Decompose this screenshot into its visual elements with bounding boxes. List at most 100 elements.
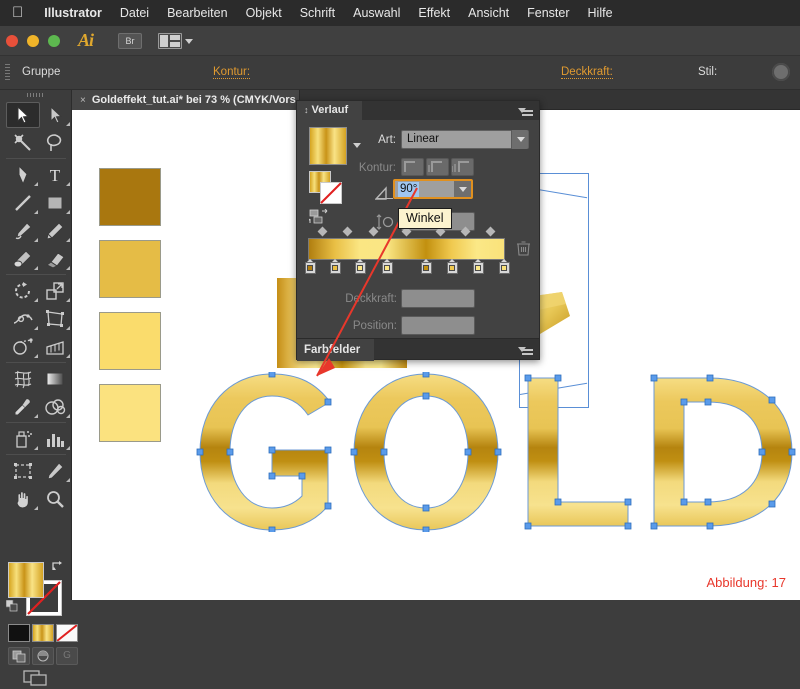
paintbrush-tool[interactable] bbox=[6, 218, 40, 244]
window-minimize-button[interactable] bbox=[27, 35, 39, 47]
chevron-down-icon[interactable] bbox=[454, 181, 471, 197]
tool-separator bbox=[6, 422, 66, 423]
artboard-tool[interactable] bbox=[6, 458, 40, 484]
gradient-panel[interactable]: ↕ Verlauf Art: Linear Kontur: Deckkraft:… bbox=[296, 100, 540, 360]
fill-proxy-swatch[interactable] bbox=[8, 562, 44, 598]
chevron-down-icon[interactable] bbox=[185, 39, 193, 44]
bridge-button[interactable]: Br bbox=[118, 33, 142, 49]
gradient-opacity-field[interactable] bbox=[401, 289, 475, 308]
gradient-stop[interactable] bbox=[498, 259, 510, 274]
gradient-slider[interactable] bbox=[308, 238, 505, 260]
swap-fill-stroke-icon[interactable] bbox=[52, 560, 64, 572]
opacity-label[interactable]: Deckkraft: bbox=[561, 66, 613, 79]
default-fill-stroke-icon[interactable] bbox=[6, 600, 18, 612]
gradient-stop[interactable] bbox=[420, 259, 432, 274]
artwork-swatch-pale-gold[interactable] bbox=[99, 384, 161, 442]
reverse-gradient-icon[interactable] bbox=[309, 209, 331, 225]
menu-item-bearbeiten[interactable]: Bearbeiten bbox=[158, 0, 236, 26]
application-bar: Ai Br bbox=[0, 26, 800, 56]
control-bar-grip[interactable] bbox=[5, 64, 10, 82]
draw-behind-mode-button[interactable] bbox=[32, 647, 54, 665]
menu-item-auswahl[interactable]: Auswahl bbox=[344, 0, 409, 26]
window-zoom-button[interactable] bbox=[48, 35, 60, 47]
perspective-grid-tool[interactable] bbox=[38, 334, 72, 360]
tab-verlauf[interactable]: ↕ Verlauf bbox=[297, 101, 363, 120]
arrange-documents-icon[interactable] bbox=[158, 33, 182, 49]
color-icon[interactable] bbox=[8, 624, 30, 642]
tools-panel-grip[interactable] bbox=[27, 93, 45, 97]
gradient-preview-thumbnail[interactable] bbox=[309, 127, 347, 165]
document-setup-icon[interactable] bbox=[772, 63, 790, 81]
menu-item-fenster[interactable]: Fenster bbox=[518, 0, 578, 26]
eyedropper-tool[interactable] bbox=[6, 394, 40, 420]
draw-inside-mode-button[interactable]: G bbox=[56, 647, 78, 665]
gradient-stop[interactable] bbox=[472, 259, 484, 274]
apply-gradient-within-stroke-button[interactable] bbox=[401, 158, 424, 176]
menu-item-datei[interactable]: Datei bbox=[111, 0, 158, 26]
apply-gradient-along-stroke-button[interactable] bbox=[426, 158, 449, 176]
artwork-swatch-dark-gold[interactable] bbox=[99, 168, 161, 226]
eraser-tool[interactable] bbox=[38, 246, 72, 272]
change-screen-mode-icon[interactable] bbox=[23, 670, 49, 686]
zoom-tool[interactable] bbox=[38, 486, 72, 512]
document-tab[interactable]: × Goldeffekt_tut.ai* bei 73 % (CMYK/Vors bbox=[72, 90, 300, 110]
pencil-tool[interactable] bbox=[38, 218, 72, 244]
panel-menu-icon[interactable] bbox=[518, 345, 533, 355]
blend-tool[interactable] bbox=[38, 394, 72, 420]
gradient-position-field[interactable] bbox=[401, 316, 475, 335]
apply-gradient-across-stroke-button[interactable] bbox=[451, 158, 474, 176]
tab-farbfelder[interactable]: Farbfelder bbox=[297, 339, 375, 361]
window-close-button[interactable] bbox=[6, 35, 18, 47]
hand-tool[interactable] bbox=[6, 486, 40, 512]
gradient-type-select[interactable]: Linear bbox=[401, 130, 529, 149]
menu-item-objekt[interactable]: Objekt bbox=[237, 0, 291, 26]
delete-stop-icon[interactable] bbox=[517, 241, 530, 256]
gold-word-artwork[interactable] bbox=[194, 372, 800, 532]
gradient-stop[interactable] bbox=[446, 259, 458, 274]
width-tool[interactable] bbox=[6, 306, 40, 332]
free-transform-tool[interactable] bbox=[38, 306, 72, 332]
shape-builder-tool[interactable] bbox=[6, 334, 40, 360]
symbol-sprayer-tool[interactable] bbox=[6, 426, 40, 452]
menu-item-illustrator[interactable]: Illustrator bbox=[35, 0, 111, 26]
gradient-icon[interactable] bbox=[32, 624, 54, 642]
column-graph-tool[interactable] bbox=[38, 426, 72, 452]
pen-tool[interactable] bbox=[6, 162, 40, 188]
gradient-stop[interactable] bbox=[329, 259, 341, 274]
menu-item-ansicht[interactable]: Ansicht bbox=[459, 0, 518, 26]
gradient-preset-dropdown[interactable] bbox=[353, 143, 361, 148]
gradient-stop[interactable] bbox=[354, 259, 366, 274]
mesh-tool[interactable] bbox=[6, 366, 40, 392]
close-icon[interactable]: × bbox=[80, 95, 86, 106]
panel-menu-icon[interactable] bbox=[518, 106, 533, 116]
type-tool[interactable]: T bbox=[38, 162, 72, 188]
magic-wand-tool[interactable] bbox=[6, 130, 40, 156]
slice-tool[interactable] bbox=[38, 458, 72, 484]
lasso-tool[interactable] bbox=[38, 130, 72, 156]
gradient-angle-field[interactable]: 90° bbox=[393, 179, 473, 199]
none-icon[interactable] bbox=[56, 624, 78, 642]
stroke-weight-label[interactable]: Kontur: bbox=[213, 66, 251, 79]
rectangle-tool[interactable] bbox=[38, 190, 72, 216]
selection-tool[interactable] bbox=[6, 102, 40, 128]
scale-tool[interactable] bbox=[38, 278, 72, 304]
menu-item-hilfe[interactable]: Hilfe bbox=[579, 0, 622, 26]
gradient-stop[interactable] bbox=[381, 259, 393, 274]
swatches-panel[interactable]: Farbfelder bbox=[296, 338, 540, 361]
gradient-panel-tab-bar: ↕ Verlauf bbox=[297, 101, 539, 120]
apple-logo-icon[interactable]:  bbox=[6, 5, 35, 22]
line-segment-tool[interactable] bbox=[6, 190, 40, 216]
menu-item-schrift[interactable]: Schrift bbox=[291, 0, 344, 26]
artwork-swatch-light-gold[interactable] bbox=[99, 312, 161, 370]
chevron-down-icon[interactable] bbox=[511, 130, 528, 149]
blob-brush-tool[interactable] bbox=[6, 246, 40, 272]
rotate-tool[interactable] bbox=[6, 278, 40, 304]
artwork-swatch-mid-gold[interactable] bbox=[99, 240, 161, 298]
direct-selection-tool[interactable] bbox=[38, 102, 72, 128]
collapse-icon[interactable]: ↕ bbox=[304, 105, 309, 115]
draw-normal-mode-button[interactable] bbox=[8, 647, 30, 665]
menu-item-effekt[interactable]: Effekt bbox=[409, 0, 459, 26]
gradient-fill-stroke-icon[interactable] bbox=[309, 171, 347, 204]
gradient-tool[interactable] bbox=[38, 366, 72, 392]
gradient-stop[interactable] bbox=[304, 259, 316, 274]
